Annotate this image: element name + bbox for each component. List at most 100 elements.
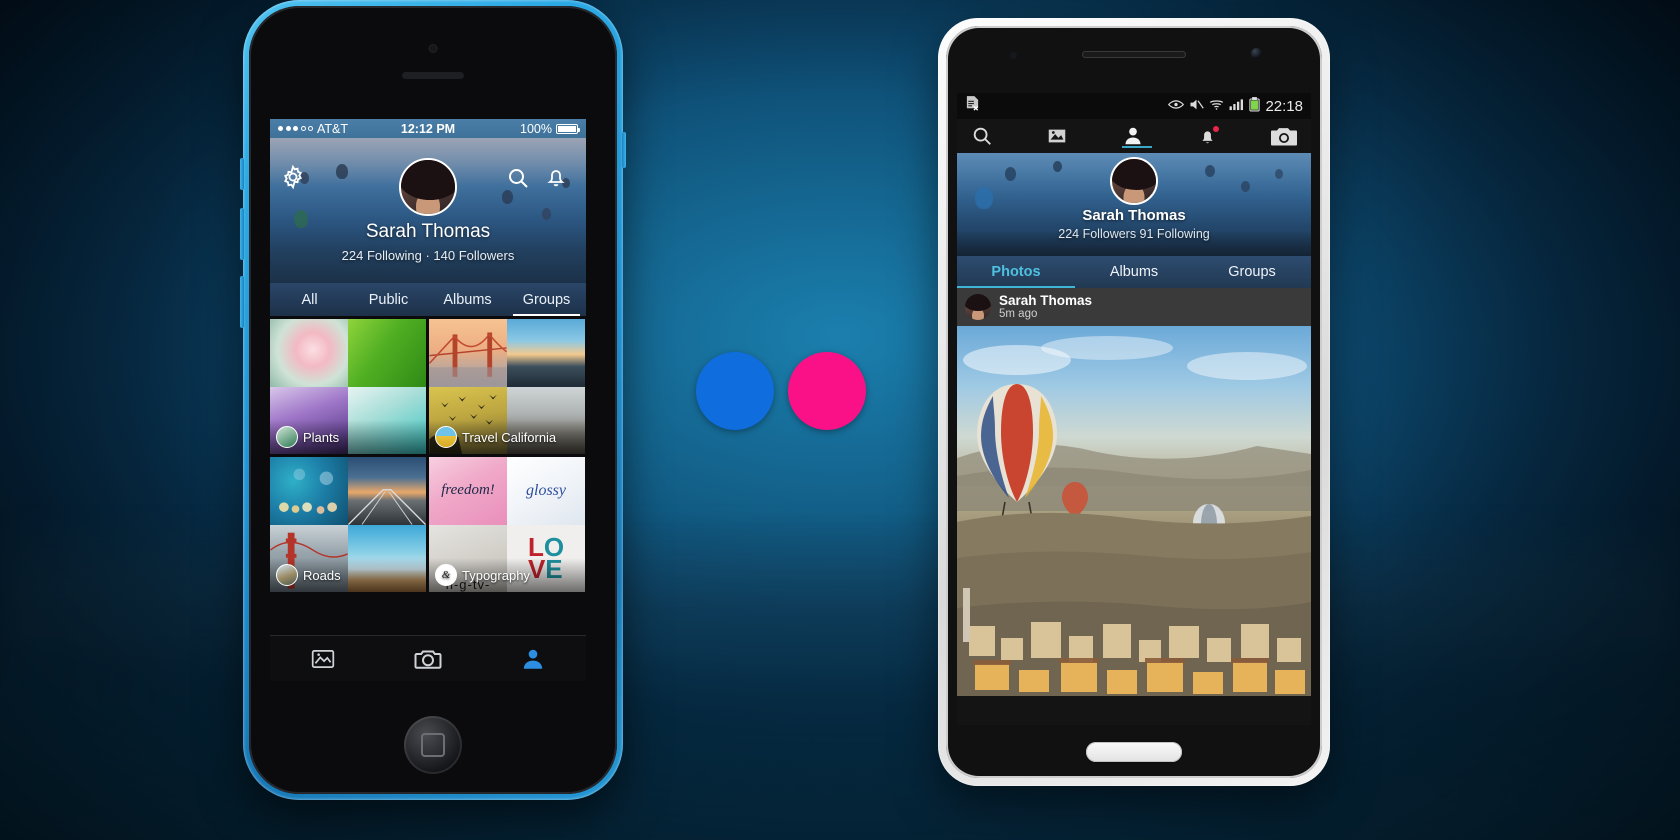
android-status-bar: 22:18 bbox=[957, 93, 1311, 119]
avatar[interactable] bbox=[1110, 157, 1158, 205]
iphone-home-button[interactable] bbox=[404, 716, 462, 774]
android-status-left bbox=[965, 95, 980, 117]
iphone-device: AT&T 12:12 PM 100% Sarah Thomas 224 Foll… bbox=[240, 0, 626, 800]
wifi-icon bbox=[1209, 98, 1224, 115]
gear-icon[interactable] bbox=[280, 164, 306, 190]
album-tile-typography[interactable]: freedom! glossy n-g-tv- LOVE & Typograph… bbox=[429, 457, 585, 592]
battery-percent-label: 100% bbox=[520, 121, 552, 136]
android-proximity-sensor bbox=[1010, 52, 1017, 59]
battery-icon bbox=[556, 123, 580, 134]
ios-tab-bar: All Public Albums Groups bbox=[270, 283, 586, 316]
iphone-earpiece-speaker bbox=[402, 72, 464, 79]
pink-dot bbox=[788, 352, 866, 430]
camera-tab[interactable] bbox=[375, 644, 480, 674]
android-tab-bar: Photos Albums Groups bbox=[957, 256, 1311, 288]
post-timestamp: 5m ago bbox=[999, 308, 1038, 321]
flickr-logo-dots bbox=[696, 350, 876, 432]
album-label-travel-california: Travel California bbox=[429, 420, 585, 454]
album-photo bbox=[270, 319, 348, 387]
search-icon[interactable] bbox=[506, 166, 530, 190]
hero-balloon bbox=[502, 190, 513, 204]
tab-public[interactable]: Public bbox=[349, 283, 428, 316]
typography-album-icon: & bbox=[435, 564, 457, 586]
post-photo[interactable] bbox=[957, 326, 1311, 696]
album-photo: freedom! bbox=[429, 457, 507, 525]
tab-groups[interactable]: Groups bbox=[507, 283, 586, 316]
android-home-button[interactable] bbox=[1086, 742, 1182, 762]
album-tile-plants[interactable]: Plants bbox=[270, 319, 426, 454]
album-title: Roads bbox=[303, 567, 341, 583]
album-row: Roads freedom! glossy n-g-tv- LOVE bbox=[270, 454, 586, 592]
person-icon[interactable] bbox=[1117, 125, 1152, 156]
android-front-camera bbox=[1251, 48, 1262, 59]
iphone-power-button[interactable] bbox=[622, 132, 626, 168]
camera-icon[interactable] bbox=[1271, 125, 1297, 148]
tab-all[interactable]: All bbox=[270, 283, 349, 316]
hero-balloon bbox=[1241, 181, 1250, 192]
iphone-screen: AT&T 12:12 PM 100% Sarah Thomas 224 Foll… bbox=[270, 119, 586, 681]
profile-name: Sarah Thomas bbox=[365, 221, 491, 242]
album-photo: glossy bbox=[507, 457, 585, 525]
battery-icon bbox=[1249, 96, 1261, 116]
ios-status-bar: AT&T 12:12 PM 100% bbox=[270, 119, 586, 138]
android-profile-header: Sarah Thomas 224 Followers 91 Following bbox=[957, 153, 1311, 256]
hero-balloon bbox=[542, 208, 551, 220]
plants-album-icon bbox=[276, 426, 298, 448]
iphone-mute-switch[interactable] bbox=[240, 158, 244, 190]
signal-icon bbox=[1229, 98, 1244, 115]
tab-albums[interactable]: Albums bbox=[428, 283, 507, 316]
album-photo bbox=[429, 319, 507, 387]
hero-balloon bbox=[1053, 161, 1062, 172]
bell-icon[interactable] bbox=[1197, 125, 1219, 147]
album-photo bbox=[348, 457, 426, 525]
album-row: Plants Travel California bbox=[270, 316, 586, 454]
album-title: Typography bbox=[462, 567, 530, 583]
notification-badge bbox=[1212, 125, 1219, 132]
search-icon[interactable] bbox=[971, 125, 993, 147]
photos-icon[interactable] bbox=[1046, 125, 1068, 147]
avatar[interactable] bbox=[399, 158, 457, 216]
ios-bottom-tab-bar bbox=[270, 635, 586, 681]
album-photo bbox=[507, 319, 585, 387]
android-status-right: 22:18 bbox=[1168, 96, 1303, 116]
tab-photos[interactable]: Photos bbox=[957, 256, 1075, 288]
iphone-volume-up-button[interactable] bbox=[240, 208, 244, 260]
profile-name: Sarah Thomas bbox=[1082, 207, 1186, 224]
profile-tab[interactable] bbox=[481, 646, 586, 672]
album-label-typography: & Typography bbox=[429, 558, 585, 592]
android-action-bar bbox=[957, 119, 1311, 156]
ios-status-right: 100% bbox=[520, 121, 580, 136]
iphone-front-camera bbox=[428, 44, 438, 53]
iphone-volume-down-button[interactable] bbox=[240, 276, 244, 328]
post-author: Sarah Thomas bbox=[999, 292, 1093, 308]
profile-stats: 224 Following · 140 Followers bbox=[341, 248, 515, 263]
tab-albums[interactable]: Albums bbox=[1075, 256, 1193, 288]
avatar[interactable] bbox=[965, 294, 991, 320]
mute-icon bbox=[1189, 98, 1205, 115]
hero-balloon bbox=[1275, 169, 1283, 179]
hero-balloon bbox=[1005, 167, 1016, 181]
no-sim-document-icon bbox=[965, 95, 980, 117]
hero-balloon bbox=[975, 187, 993, 209]
android-screen: 22:18 Sarah Thomas 224 Followers 91 Foll… bbox=[957, 93, 1311, 725]
feed-tab[interactable] bbox=[270, 646, 375, 672]
android-device: 22:18 Sarah Thomas 224 Followers 91 Foll… bbox=[938, 18, 1330, 786]
tab-groups[interactable]: Groups bbox=[1193, 256, 1311, 288]
hero-balloon bbox=[1205, 165, 1215, 177]
eye-icon bbox=[1168, 98, 1185, 115]
hero-balloon bbox=[336, 164, 348, 179]
album-tile-travel-california[interactable]: Travel California bbox=[429, 319, 585, 454]
ios-album-grid: Plants Travel California Roads freedom! … bbox=[270, 316, 586, 635]
bell-icon[interactable] bbox=[544, 165, 568, 189]
ios-profile-header: Sarah Thomas 224 Following · 140 Followe… bbox=[270, 138, 586, 283]
album-photo bbox=[270, 457, 348, 525]
album-tile-roads[interactable]: Roads bbox=[270, 457, 426, 592]
blue-dot bbox=[696, 352, 774, 430]
roads-album-icon bbox=[276, 564, 298, 586]
album-photo bbox=[348, 319, 426, 387]
travel-album-icon bbox=[435, 426, 457, 448]
android-earpiece-speaker bbox=[1082, 51, 1186, 58]
album-title: Travel California bbox=[462, 429, 557, 445]
album-title: Plants bbox=[303, 429, 340, 445]
android-clock: 22:18 bbox=[1265, 97, 1303, 115]
